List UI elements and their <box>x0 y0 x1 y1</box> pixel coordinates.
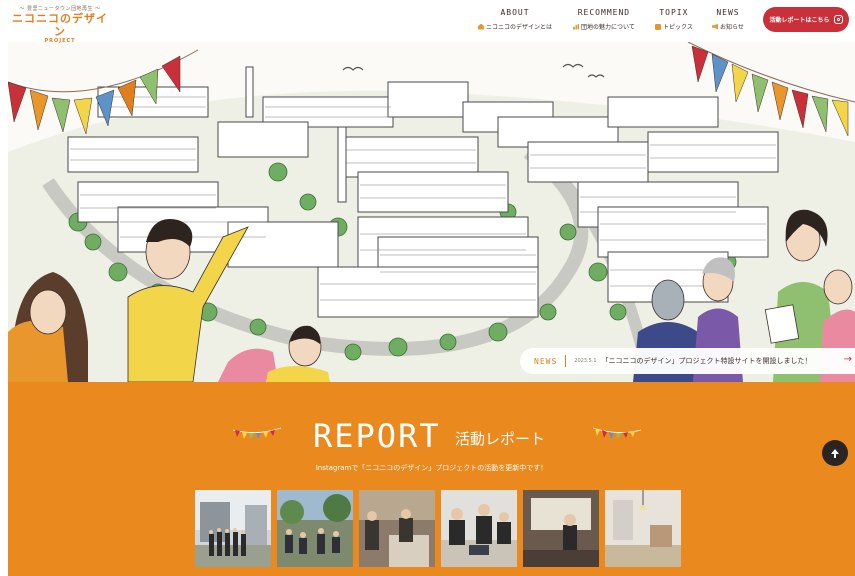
bunting-right-icon <box>593 427 641 439</box>
nav-news-ja: お知らせ <box>720 24 744 31</box>
instagram-photo[interactable] <box>277 490 353 567</box>
site-logo[interactable]: 〜 豊里ニュータウン団地再生 〜 ニコニコのデザイン PROJECT <box>10 5 110 44</box>
danchi-illustration <box>8 42 855 382</box>
hero-illustration <box>8 42 855 382</box>
news-ticker[interactable]: NEWS 2023.5.1 「ニコニコのデザイン」プロジェクト特設サイトを開設し… <box>520 348 855 374</box>
activity-report-label: 活動レポートはこちら <box>769 17 830 24</box>
photo-outdoor-event <box>277 490 353 567</box>
logo-sub: PROJECT <box>44 38 76 44</box>
nav-recommend[interactable]: RECOMMEND 団地の魅力について <box>573 8 635 31</box>
instagram-photo[interactable] <box>441 490 517 567</box>
news-label: NEWS <box>534 356 558 366</box>
nav-recommend-en: RECOMMEND <box>577 8 631 17</box>
back-to-top-button[interactable] <box>822 440 848 466</box>
news-date: 2023.5.1 <box>574 358 597 364</box>
chart-icon <box>573 23 579 30</box>
news-divider <box>565 355 567 367</box>
bunting-left-icon <box>233 427 281 439</box>
instagram-photo[interactable] <box>359 490 435 567</box>
nav-about-en: ABOUT <box>500 8 530 17</box>
nav-about[interactable]: ABOUT ニコニコのデザインとは <box>478 8 552 31</box>
photo-presentation <box>523 490 599 567</box>
news-headline[interactable]: 「ニコニコのデザイン」プロジェクト特設サイトを開設しました！ <box>602 356 812 366</box>
activity-report-button[interactable]: 活動レポートはこちら <box>763 7 849 32</box>
instagram-photo[interactable] <box>605 490 681 567</box>
square-icon <box>655 23 661 30</box>
instagram-photo[interactable] <box>523 490 599 567</box>
report-section: REPORT 活動レポート Instagramで「ニコニコのデザイン」プロジェク… <box>8 382 855 576</box>
arrow-right-icon[interactable]: → <box>844 354 852 365</box>
logo-tagline: 〜 豊里ニュータウン団地再生 〜 <box>19 6 101 12</box>
home-icon <box>478 23 484 30</box>
megaphone-icon <box>712 23 718 30</box>
instagram-icon <box>833 15 843 24</box>
nav-about-ja: ニコニコのデザインとは <box>486 24 553 31</box>
nav-topix[interactable]: TOPIX トピックス <box>655 8 693 31</box>
photo-group-outdoor <box>195 490 271 567</box>
report-subtitle: 活動レポート <box>455 430 546 448</box>
nav-topix-en: TOPIX <box>659 8 689 17</box>
logo-name: ニコニコのデザイン <box>12 12 108 38</box>
photo-workshop <box>359 490 435 567</box>
nav-topix-ja: トピックス <box>663 24 693 31</box>
nav-news[interactable]: NEWS お知らせ <box>712 8 744 31</box>
report-title: REPORT <box>313 417 441 455</box>
photo-interior <box>605 490 681 567</box>
instagram-photo[interactable] <box>195 490 271 567</box>
report-description: Instagramで「ニコニコのデザイン」プロジェクトの活動を更新中です！ <box>315 464 548 472</box>
arrow-up-icon <box>831 448 839 458</box>
nav-recommend-ja: 団地の魅力について <box>581 24 635 31</box>
instagram-feed <box>195 490 681 567</box>
nav-news-en: NEWS <box>716 8 740 17</box>
site-header: 〜 豊里ニュータウン団地再生 〜 ニコニコのデザイン PROJECT ABOUT… <box>0 0 855 44</box>
photo-meeting <box>441 490 517 567</box>
